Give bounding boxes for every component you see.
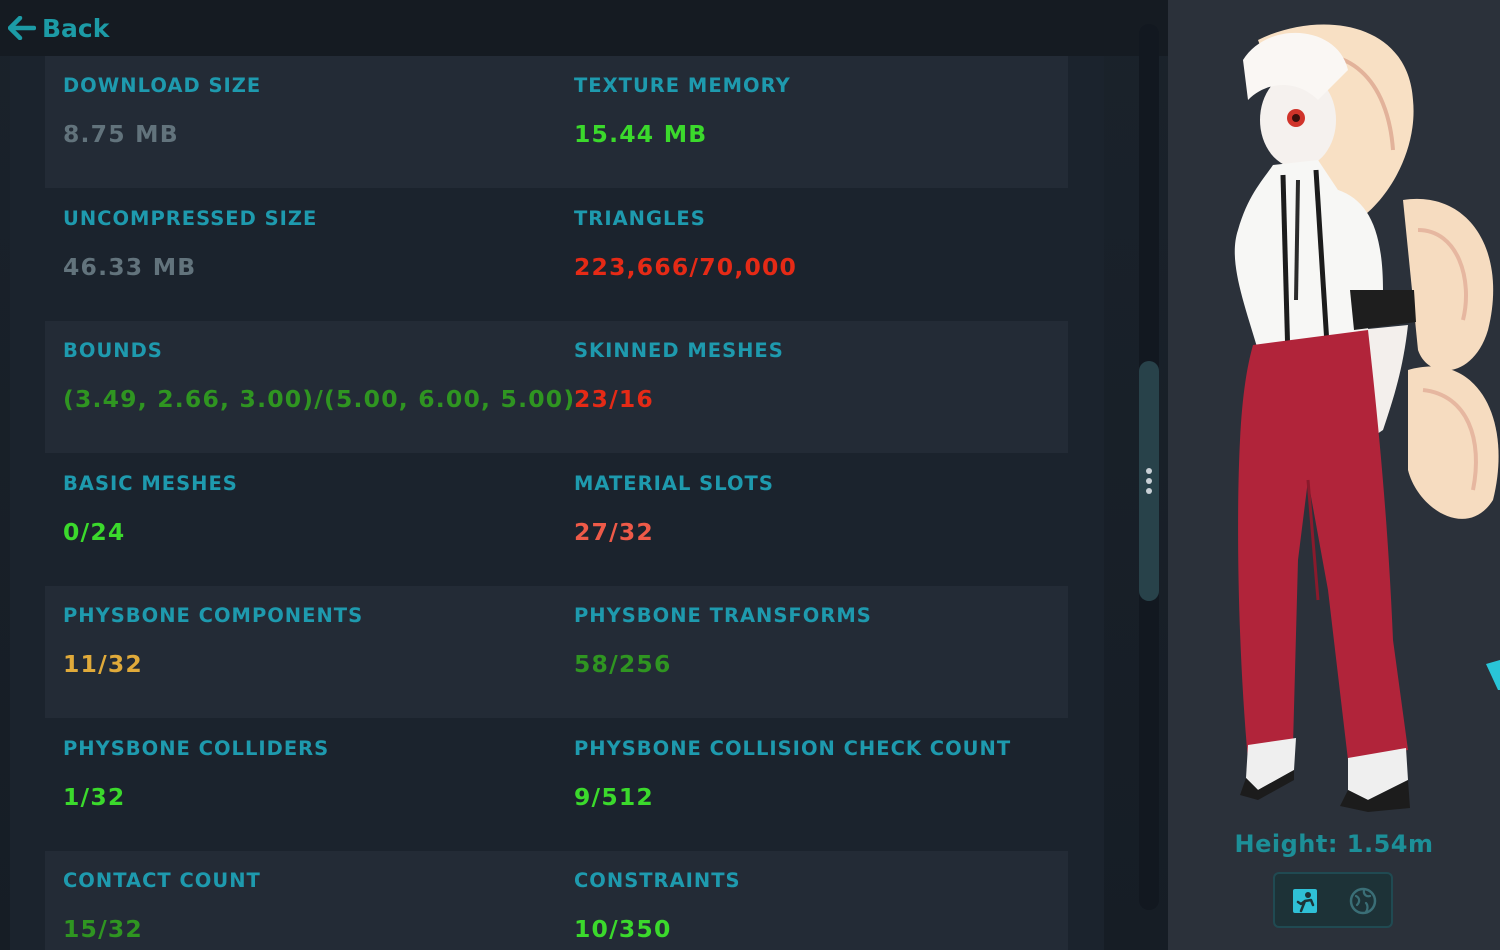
- arrow-left-icon: [8, 16, 36, 40]
- stat-value: 1/32: [63, 782, 126, 811]
- stat-item: PHYSBONE COLLIDERS 1/32: [63, 719, 563, 851]
- stat-value: 10/350: [574, 915, 672, 943]
- stat-value: 0/24: [63, 517, 126, 546]
- stat-item: BOUNDS (3.49, 2.66, 3.00)/(5.00, 6.00, 5.…: [63, 321, 574, 453]
- stat-item: PHYSBONE COLLISION CHECK COUNT 9/512: [574, 719, 1064, 851]
- stats-row: CONTACT COUNT 15/32 CONSTRAINTS 10/350: [45, 851, 1068, 950]
- stat-value: 8.75 MB: [63, 120, 179, 148]
- stat-value: 15/32: [63, 915, 143, 943]
- stat-label: DOWNLOAD SIZE: [63, 74, 262, 97]
- stat-value: 223,666/70,000: [574, 252, 798, 281]
- stat-label: PHYSBONE COMPONENTS: [63, 604, 364, 627]
- stat-value: 46.33 MB: [63, 252, 197, 281]
- panel-resize-handle[interactable]: [1144, 466, 1154, 496]
- stat-label: PHYSBONE TRANSFORMS: [574, 604, 872, 627]
- stat-value: 15.44 MB: [574, 120, 708, 148]
- stat-item: PHYSBONE COMPONENTS 11/32: [63, 586, 563, 718]
- stat-value: 11/32: [63, 650, 143, 678]
- performance-stats-list: DOWNLOAD SIZE 8.75 MB TEXTURE MEMORY 15.44 …: [10, 56, 1104, 950]
- stat-label: CONSTRAINTS: [574, 869, 741, 892]
- stats-row: UNCOMPRESSED SIZE 46.33 MB TRIANGLES 223,66…: [45, 189, 1068, 321]
- stats-row: PHYSBONE COLLIDERS 1/32 PHYSBONE COLLISION…: [45, 719, 1068, 851]
- stat-label: TRIANGLES: [574, 206, 706, 230]
- avatar-model-preview[interactable]: [1168, 0, 1500, 820]
- stat-value: 58/256: [574, 650, 672, 678]
- stats-row: PHYSBONE COMPONENTS 11/32 PHYSBONE TRANSFO…: [45, 586, 1068, 718]
- stat-value: 27/32: [574, 517, 654, 546]
- stat-item: MATERIAL SLOTS 27/32: [574, 454, 1064, 586]
- avatar-pose-icon: [1293, 889, 1317, 913]
- stat-label: BASIC MESHES: [63, 471, 238, 495]
- stat-label: PHYSBONE COLLISION CHECK COUNT: [574, 736, 1012, 760]
- stat-item: PHYSBONE TRANSFORMS 58/256: [574, 586, 1064, 718]
- top-bar: Back: [0, 0, 1168, 56]
- back-button[interactable]: Back: [8, 8, 109, 48]
- stat-label: PHYSBONE COLLIDERS: [63, 736, 330, 760]
- offscreen-arrow-icon: [1486, 660, 1500, 690]
- preview-view-toggle: [1273, 872, 1393, 928]
- stat-value: 9/512: [574, 782, 654, 811]
- pose-view-button[interactable]: [1287, 884, 1323, 918]
- stat-value: 23/16: [574, 385, 654, 413]
- stat-label: SKINNED MESHES: [574, 339, 784, 362]
- stat-item: CONTACT COUNT 15/32: [63, 851, 563, 950]
- stats-row: BASIC MESHES 0/24 MATERIAL SLOTS 27/32: [45, 454, 1068, 586]
- stat-label: TEXTURE MEMORY: [574, 74, 791, 97]
- avatar-preview-panel: Height: 1.54m: [1168, 0, 1500, 950]
- stat-label: CONTACT COUNT: [63, 869, 261, 892]
- stats-row: DOWNLOAD SIZE 8.75 MB TEXTURE MEMORY 15.44 …: [45, 56, 1068, 188]
- stat-item: UNCOMPRESSED SIZE 46.33 MB: [63, 189, 563, 321]
- stat-item: CONSTRAINTS 10/350: [574, 851, 1064, 950]
- stat-label: UNCOMPRESSED SIZE: [63, 206, 318, 230]
- stat-item: DOWNLOAD SIZE 8.75 MB: [63, 56, 563, 188]
- stat-item: TEXTURE MEMORY 15.44 MB: [574, 56, 1064, 188]
- stat-item: TRIANGLES 223,666/70,000: [574, 189, 1064, 321]
- stat-label: BOUNDS: [63, 339, 163, 362]
- back-label: Back: [42, 13, 110, 43]
- stat-item: BASIC MESHES 0/24: [63, 454, 563, 586]
- stats-panel: Back DOWNLOAD SIZE 8.75 MB TEXTURE MEMORY 1…: [0, 0, 1168, 950]
- globe-icon: [1349, 887, 1377, 915]
- avatar-height-label: Height: 1.54m: [1234, 830, 1434, 858]
- stat-item: SKINNED MESHES 23/16: [574, 321, 1064, 453]
- world-view-button[interactable]: [1345, 884, 1381, 918]
- stat-value: (3.49, 2.66, 3.00)/(5.00, 6.00, 5.00): [63, 385, 576, 413]
- stats-row: BOUNDS (3.49, 2.66, 3.00)/(5.00, 6.00, 5.…: [45, 321, 1068, 453]
- stat-label: MATERIAL SLOTS: [574, 471, 774, 495]
